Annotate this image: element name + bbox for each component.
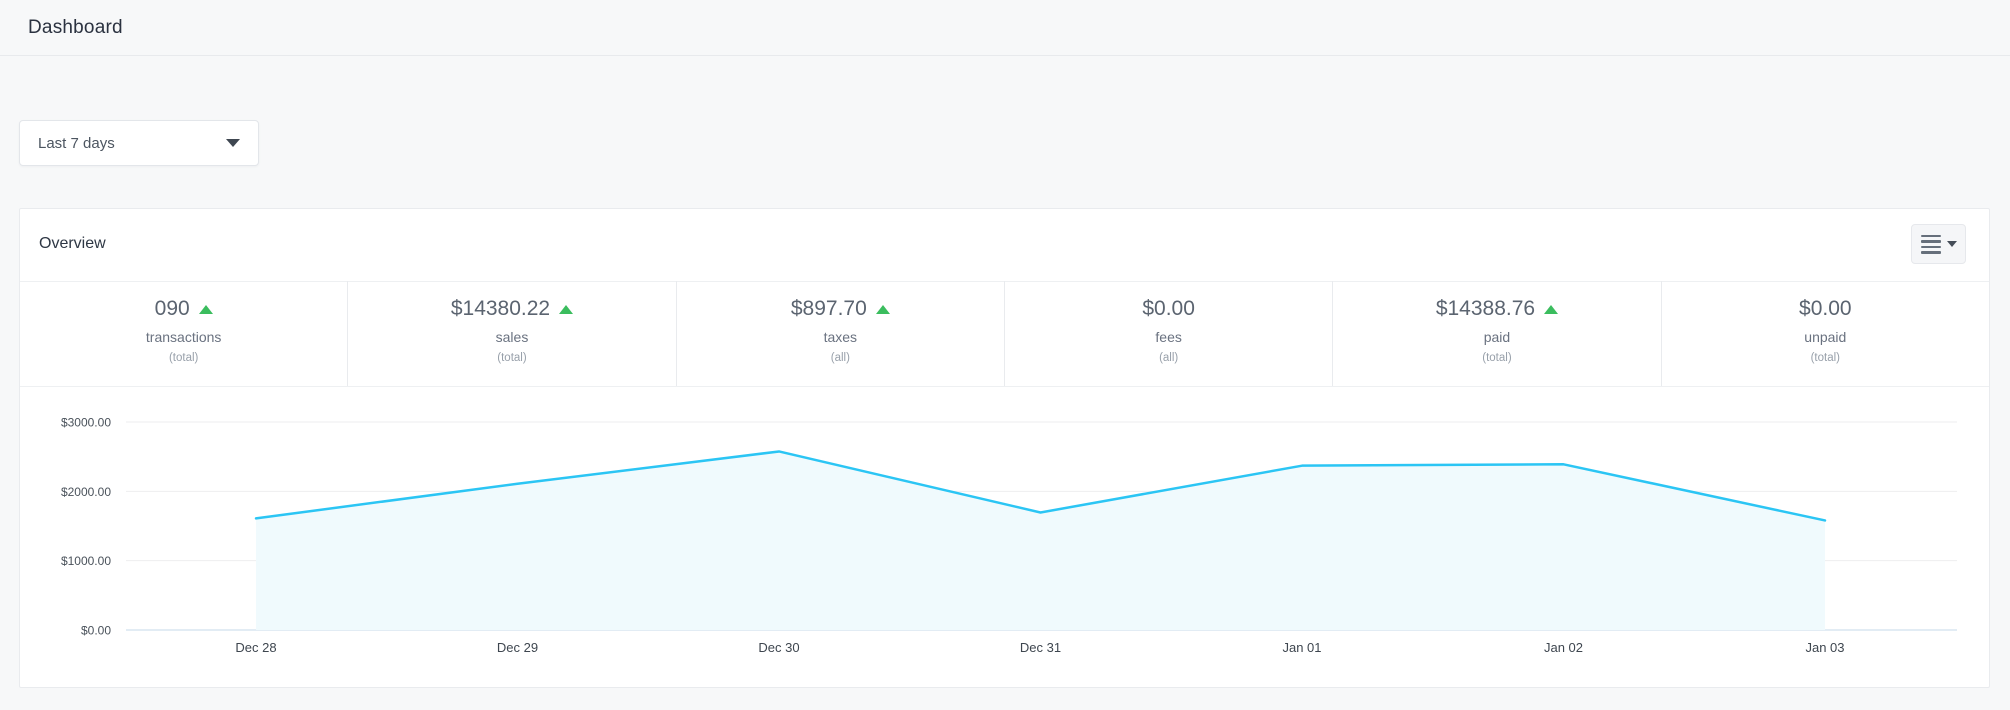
date-range-select[interactable]: Last 7 days — [19, 120, 259, 166]
date-range-value: Last 7 days — [38, 134, 115, 152]
y-axis-tick-label: $3000.00 — [61, 416, 111, 430]
stat-scope: (total) — [497, 352, 527, 364]
trend-up-icon — [559, 305, 574, 314]
stat-scope: (total) — [1482, 352, 1512, 364]
stat-value: $897.70 — [790, 297, 867, 320]
stat-value: $14388.76 — [1435, 297, 1536, 320]
stats-row: 090 transactions (total) $14380.22 sales… — [20, 281, 1989, 387]
x-axis-tick-label: Dec 30 — [758, 640, 799, 655]
stat-value: 090 — [154, 297, 190, 320]
y-axis-tick-label: $0.00 — [81, 624, 111, 638]
stat-sales: $14380.22 sales (total) — [347, 281, 675, 386]
stat-label: fees — [1155, 329, 1182, 345]
stat-scope: (total) — [168, 352, 199, 364]
x-axis-tick-label: Jan 02 — [1544, 640, 1583, 655]
area-fill — [256, 451, 1825, 630]
stat-value: $0.00 — [1142, 297, 1195, 320]
y-axis-tick-label: $1000.00 — [61, 554, 111, 568]
stat-value: $14380.22 — [450, 297, 551, 320]
overview-title: Overview — [39, 235, 106, 252]
stat-label: taxes — [823, 329, 858, 345]
stat-scope: (all) — [1159, 352, 1179, 364]
overview-card: Overview 090 transactions (total) $14380… — [19, 208, 1990, 688]
trend-up-icon — [1544, 305, 1559, 314]
x-axis-tick-label: Jan 03 — [1805, 640, 1844, 655]
x-axis-tick-label: Jan 01 — [1282, 640, 1321, 655]
stat-label: unpaid — [1804, 329, 1847, 345]
stat-unpaid: $0.00 unpaid (total) — [1660, 281, 1989, 386]
chevron-down-icon — [226, 139, 240, 147]
list-icon — [1920, 234, 1941, 254]
page-title: Dashboard — [28, 17, 123, 38]
trend-up-icon — [198, 305, 213, 314]
trend-up-icon — [875, 305, 890, 314]
dashboard-page: { "page": { "title": "Dashboard" }, "fil… — [0, 0, 2010, 710]
x-axis-tick-label: Dec 28 — [235, 640, 276, 655]
top-bar: Dashboard — [0, 0, 2010, 56]
stat-value: $0.00 — [1799, 297, 1852, 320]
stat-paid: $14388.76 paid (total) — [1332, 281, 1660, 386]
sales-chart: $3000.00 $2000.00 $1000.00 $0.00 Dec 28 Dec 2… — [20, 386, 1991, 689]
stat-label: transactions — [145, 329, 222, 345]
stat-fees: $0.00 fees (all) — [1003, 281, 1332, 386]
stat-transactions: 090 transactions (total) — [20, 281, 347, 386]
stat-scope: (total) — [1810, 352, 1840, 364]
y-axis-tick-label: $2000.00 — [61, 485, 111, 499]
chart-options-button[interactable] — [1911, 224, 1966, 264]
stat-label: sales — [495, 329, 529, 345]
overview-card-header: Overview — [20, 209, 1989, 282]
stat-scope: (all) — [830, 352, 850, 364]
chevron-down-icon — [1946, 241, 1957, 247]
x-axis-tick-label: Dec 31 — [1020, 640, 1061, 655]
x-axis-tick-label: Dec 29 — [497, 640, 538, 655]
stat-label: paid — [1483, 329, 1511, 345]
stat-taxes: $897.70 taxes (all) — [675, 281, 1004, 386]
